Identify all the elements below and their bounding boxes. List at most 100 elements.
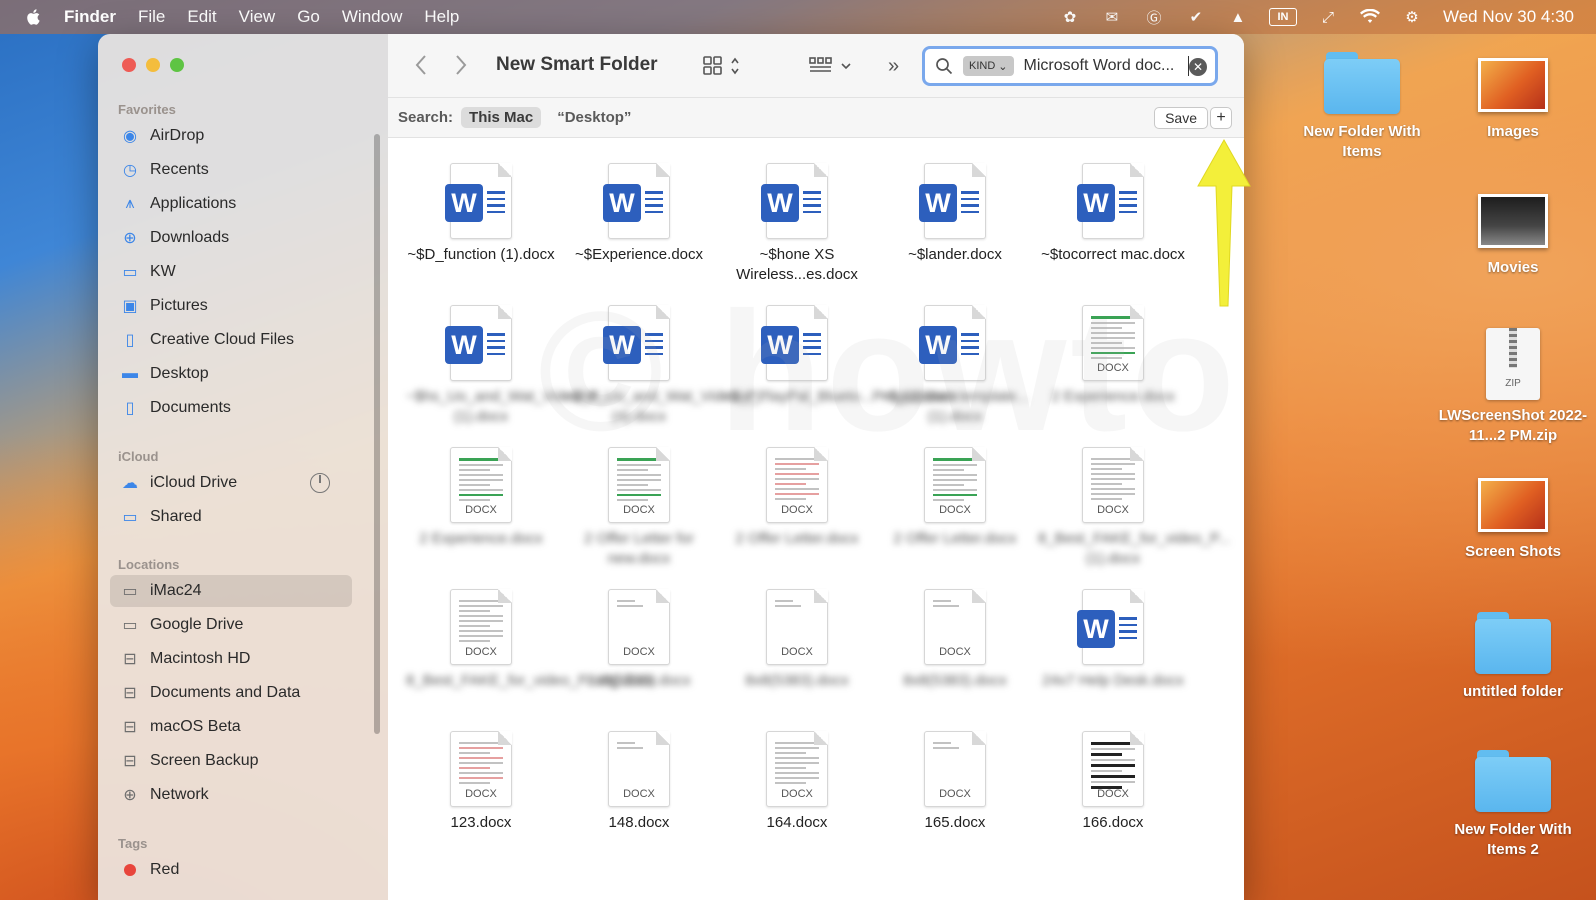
mail-status-icon[interactable]: ✉ bbox=[1101, 6, 1123, 28]
file-item[interactable]: DOCX 8x8(5383).docx bbox=[880, 589, 1030, 691]
palette-status-icon[interactable]: ✿ bbox=[1059, 6, 1081, 28]
sidebar-item-icloud-drive[interactable]: ☁ iCloud Drive bbox=[110, 467, 352, 499]
sidebar-item-creative-cloud-files[interactable]: ▯ Creative Cloud Files bbox=[110, 324, 352, 356]
file-item[interactable]: W ~$putdown template...(1).docx bbox=[880, 305, 1030, 427]
desktop-zip-file[interactable]: ZIP LWScreenShot 2022-11...2 PM.zip bbox=[1438, 328, 1588, 446]
forward-icon[interactable] bbox=[448, 52, 472, 78]
file-grid: W ~$D_function (1).docx W ~$Experience.docx… bbox=[388, 139, 1244, 899]
sidebar-item-macintosh-hd[interactable]: ⊟ Macintosh HD bbox=[110, 643, 352, 675]
sidebar-item-kw[interactable]: ▭ KW bbox=[110, 256, 352, 288]
locations-heading[interactable]: Locations bbox=[118, 557, 179, 572]
scope-this-mac-button[interactable]: This Mac bbox=[461, 107, 542, 128]
file-item[interactable]: DOCX 165.docx bbox=[880, 731, 1030, 833]
clear-search-button[interactable]: ✕ bbox=[1189, 58, 1207, 76]
scope-desktop-button[interactable]: “Desktop” bbox=[549, 107, 639, 128]
file-item[interactable]: DOCX 8x8(5338).docx bbox=[564, 589, 714, 691]
kind-token[interactable]: KIND ⌄ bbox=[963, 56, 1014, 76]
file-item[interactable]: DOCX 2 Offer Letter.docx bbox=[880, 447, 1030, 549]
file-item[interactable]: DOCX 2 Offer Letter for new.docx bbox=[564, 447, 714, 569]
file-item[interactable]: W ~$D_function (1).docx bbox=[406, 163, 556, 265]
sidebar-item-documents-and-data[interactable]: ⊟ Documents and Data bbox=[110, 677, 352, 709]
icloud-heading[interactable]: iCloud bbox=[118, 449, 158, 464]
tags-heading[interactable]: Tags bbox=[118, 836, 147, 851]
zoom-window-button[interactable] bbox=[170, 58, 184, 72]
icon-view-button[interactable] bbox=[702, 52, 742, 80]
file-item[interactable]: DOCX 123.docx bbox=[406, 731, 556, 833]
file-item[interactable]: DOCX 166.docx bbox=[1038, 731, 1188, 833]
file-item[interactable]: W ~$lander.docx bbox=[880, 163, 1030, 265]
favorites-heading[interactable]: Favorites bbox=[118, 102, 176, 117]
folder-icon bbox=[1475, 750, 1551, 812]
menu-edit[interactable]: Edit bbox=[187, 7, 216, 27]
file-item[interactable]: DOCX 2 Experience.docx bbox=[406, 447, 556, 549]
desktop-folder-screen-shots[interactable]: Screen Shots bbox=[1438, 478, 1588, 562]
sidebar-scrollbar[interactable] bbox=[374, 134, 380, 734]
file-item[interactable]: W ~$Experience.docx bbox=[564, 163, 714, 265]
search-scope-label: Search: bbox=[398, 109, 454, 126]
download-icon: ⊕ bbox=[123, 230, 137, 247]
window-title: New Smart Folder bbox=[496, 54, 658, 75]
control-center-icon[interactable]: ⚙ bbox=[1401, 6, 1423, 28]
desktop-folder-untitled[interactable]: untitled folder bbox=[1438, 612, 1588, 702]
sidebar-item-pictures[interactable]: ▣ Pictures bbox=[110, 290, 352, 322]
file-item[interactable]: W ~$hs_Uo_and_Wat_Video_P...(4).docx bbox=[564, 305, 768, 427]
image-thumbnail-icon bbox=[1478, 58, 1548, 112]
file-item[interactable]: W ~$tocorrect mac.docx bbox=[1038, 163, 1188, 265]
sidebar-item-recents[interactable]: ◷ Recents bbox=[110, 154, 352, 186]
file-item[interactable]: W 24x7 Help Desk.docx bbox=[1038, 589, 1188, 691]
desktop-folder-new-folder-with-items-2[interactable]: New Folder With Items 2 bbox=[1438, 750, 1588, 860]
file-item[interactable]: DOCX 8_Best_FAKE_for_video_P...ing.docx bbox=[406, 589, 654, 691]
close-window-button[interactable] bbox=[122, 58, 136, 72]
grammarly-status-icon[interactable]: Ⓖ bbox=[1143, 6, 1165, 28]
file-item[interactable]: W ~$hs_Uo_and_Wat_Video_P...(1).docx bbox=[406, 305, 610, 427]
sidebar-item-desktop[interactable]: ▬ Desktop bbox=[110, 358, 352, 390]
save-search-button[interactable]: Save bbox=[1154, 107, 1208, 129]
sidebar-item-downloads[interactable]: ⊕ Downloads bbox=[110, 222, 352, 254]
group-by-button[interactable] bbox=[808, 52, 856, 80]
file-item[interactable]: DOCX 2 Experience.docx bbox=[1038, 305, 1188, 407]
sidebar-item-applications[interactable]: ⩚ Applications bbox=[110, 188, 352, 220]
menu-help[interactable]: Help bbox=[424, 7, 459, 27]
checkmark-status-icon[interactable]: ✔ bbox=[1185, 6, 1207, 28]
file-item[interactable]: DOCX 148.docx bbox=[564, 731, 714, 833]
desktop-folder-images[interactable]: Images bbox=[1438, 58, 1588, 142]
more-toolbar-icon[interactable]: » bbox=[888, 52, 899, 80]
menu-go[interactable]: Go bbox=[297, 7, 320, 27]
drive-status-icon[interactable]: ▲ bbox=[1227, 6, 1249, 28]
sidebar-item-airdrop[interactable]: ◉ AirDrop bbox=[110, 120, 352, 152]
file-item[interactable]: DOCX 8_Best_FAKE_for_video_P...(1).docx bbox=[1038, 447, 1230, 569]
menu-window[interactable]: Window bbox=[342, 7, 402, 27]
file-item[interactable]: DOCX 164.docx bbox=[722, 731, 872, 833]
minimize-window-button[interactable] bbox=[146, 58, 160, 72]
file-item[interactable]: DOCX 8x8(5383).docx bbox=[722, 589, 872, 691]
input-source-badge[interactable]: IN bbox=[1268, 8, 1297, 26]
sidebar-item-tag-red[interactable]: Red bbox=[110, 854, 352, 886]
menu-bar: Finder File Edit View Go Window Help ✿ ✉… bbox=[0, 0, 1596, 34]
sidebar-item-macos-beta[interactable]: ⊟ macOS Beta bbox=[110, 711, 352, 743]
wifi-icon[interactable] bbox=[1359, 6, 1381, 28]
file-item[interactable]: DOCX 2 Offer Letter.docx bbox=[722, 447, 872, 549]
menu-view[interactable]: View bbox=[239, 7, 276, 27]
search-input[interactable]: Microsoft Word doc... bbox=[1024, 57, 1186, 75]
desktop-folder-movies[interactable]: Movies bbox=[1438, 194, 1588, 278]
back-icon[interactable] bbox=[410, 52, 434, 78]
desktop-folder-new-folder-with-items[interactable]: New Folder With Items bbox=[1287, 52, 1437, 162]
file-item[interactable]: W ~$ix_PlayPal_Blueto...Pm_(1).docx bbox=[722, 305, 958, 407]
sidebar-item-network[interactable]: ⊕ Network bbox=[110, 779, 352, 811]
file-item[interactable]: W ~$hone XS Wireless...es.docx bbox=[722, 163, 872, 285]
apple-menu-icon[interactable] bbox=[24, 7, 44, 27]
file-name: ~$Experience.docx bbox=[575, 246, 703, 263]
menu-app-name[interactable]: Finder bbox=[64, 7, 116, 27]
search-field[interactable]: KIND ⌄ Microsoft Word doc... ✕ bbox=[922, 46, 1218, 86]
sidebar-item-imac24[interactable]: ▭ iMac24 bbox=[110, 575, 352, 607]
cloud-icon: ☁ bbox=[122, 475, 138, 492]
sidebar-item-documents[interactable]: ▯ Documents bbox=[110, 392, 352, 424]
menu-file[interactable]: File bbox=[138, 7, 165, 27]
drive-icon: ⊟ bbox=[123, 753, 137, 770]
add-criteria-button[interactable]: + bbox=[1210, 107, 1232, 129]
sidebar-item-shared[interactable]: ▭ Shared bbox=[110, 501, 352, 533]
sidebar-item-screen-backup[interactable]: ⊟ Screen Backup bbox=[110, 745, 352, 777]
menu-clock[interactable]: Wed Nov 30 4:30 bbox=[1443, 7, 1574, 27]
sidebar-item-google-drive[interactable]: ▭ Google Drive bbox=[110, 609, 352, 641]
fullscreen-status-icon[interactable]: ⤢ bbox=[1317, 6, 1339, 28]
